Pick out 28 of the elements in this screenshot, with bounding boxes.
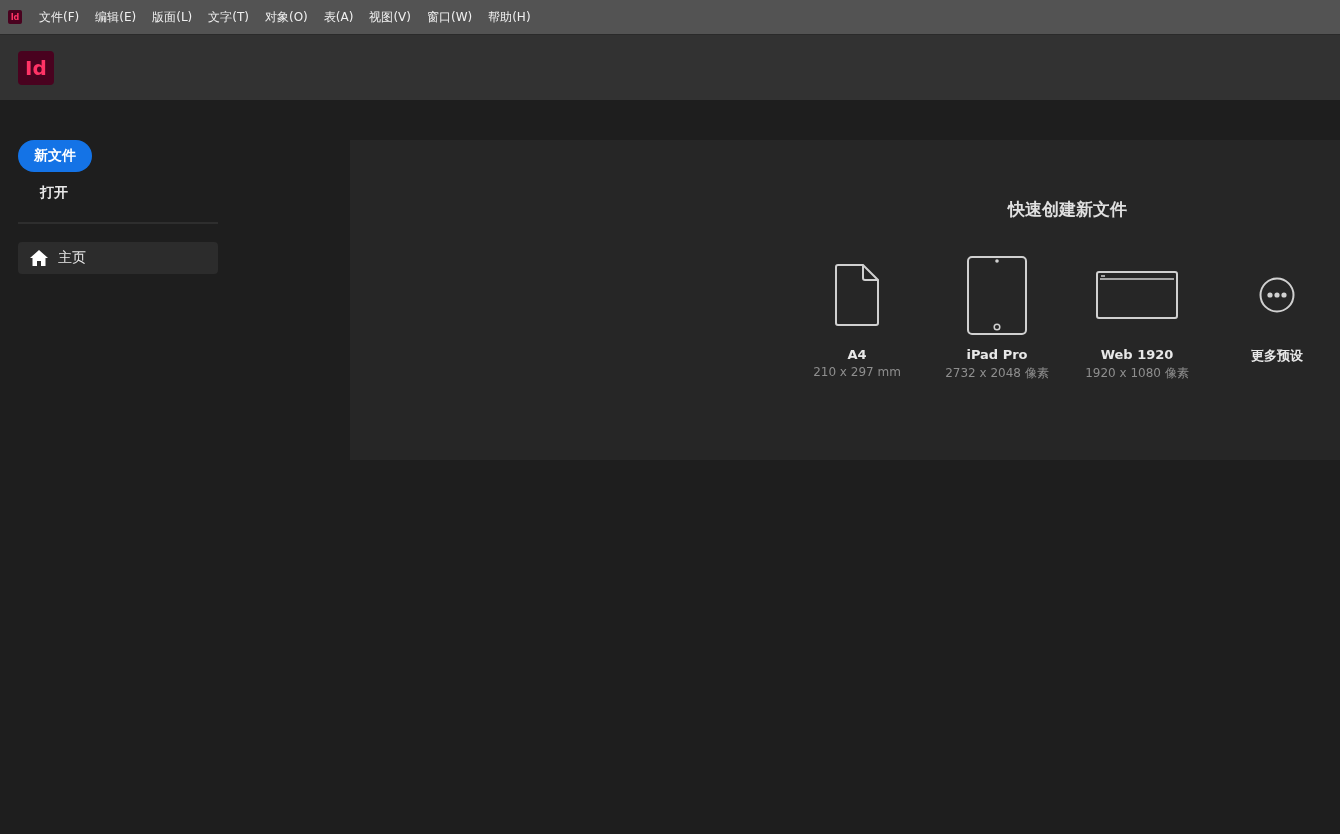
menu-item[interactable]: 帮助(H): [488, 8, 531, 26]
menu-item[interactable]: 版面(L): [152, 8, 193, 26]
menu-item[interactable]: 窗口(W): [426, 8, 473, 26]
document-icon[interactable]: [834, 263, 880, 327]
preset-name[interactable]: iPad Pro: [966, 347, 1028, 362]
more-icon[interactable]: [1259, 277, 1295, 313]
nav-label: 主页: [58, 249, 86, 267]
menu-item[interactable]: 对象(O): [265, 8, 308, 26]
preset-size: 210 x 297 mm: [813, 365, 901, 379]
nav-item[interactable]: 主页: [18, 242, 218, 274]
preset-size: 1920 x 1080 像素: [1085, 365, 1189, 382]
home-icon: [30, 250, 48, 266]
preset-name[interactable]: Web 1920: [1100, 347, 1174, 362]
preset-name[interactable]: 更多预设: [1251, 347, 1303, 365]
open-button[interactable]: 打开: [38, 180, 70, 206]
section-title: 快速创建新文件: [1007, 198, 1127, 221]
menu-item[interactable]: 表(A): [323, 8, 354, 26]
tablet-icon[interactable]: [967, 255, 1027, 335]
preset-name[interactable]: A4: [847, 347, 867, 362]
menu-item[interactable]: 编辑(E): [95, 8, 137, 26]
menu-item[interactable]: 文字(T): [208, 8, 249, 26]
menu-item[interactable]: 文件(F): [39, 8, 80, 26]
new-file-button[interactable]: 新文件: [18, 140, 92, 172]
app-logo: Id: [18, 50, 54, 85]
browser-window-icon[interactable]: [1096, 271, 1178, 319]
app-icon[interactable]: Id: [8, 10, 22, 24]
preset-size: 2732 x 2048 像素: [945, 365, 1049, 382]
menu-item[interactable]: 视图(V): [369, 8, 411, 26]
